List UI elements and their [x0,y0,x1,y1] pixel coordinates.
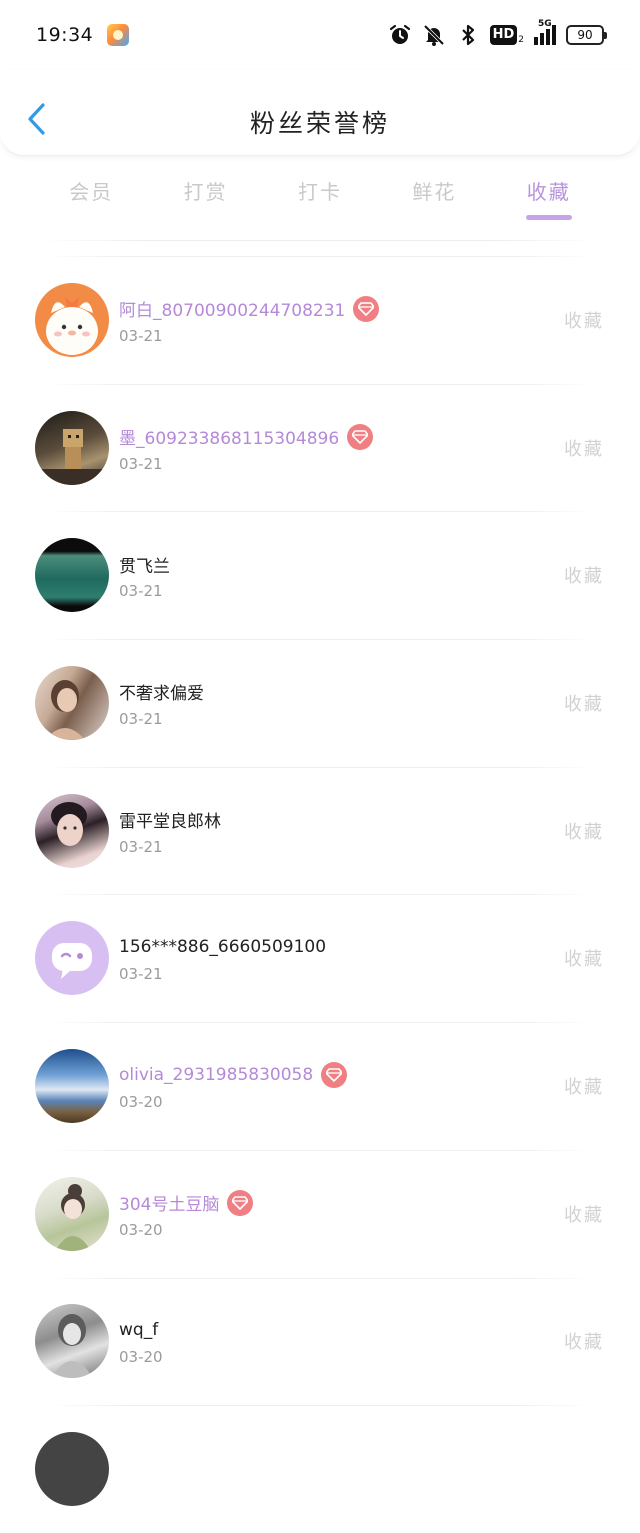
diamond-icon [227,1189,254,1216]
avatar[interactable] [35,410,109,485]
user-name: 阿白_80700900244708231 [119,301,346,322]
list-item[interactable]: olivia_2931985830058 03-20 收藏 [0,1022,640,1150]
nav-header: 粉丝荣誉榜 [0,70,640,156]
list-item[interactable]: 墨_609233868115304896 03-21 收藏 [0,383,640,512]
user-name: 不奢求偏爱 [119,684,204,705]
hd-icon: HD 2 [489,25,524,45]
tab-flower[interactable]: 鲜花 [389,168,479,224]
favorite-button[interactable]: 收藏 [564,435,604,461]
tab-member[interactable]: 会员 [46,168,136,224]
tab-checkin[interactable]: 打卡 [275,168,365,224]
avatar[interactable] [35,793,109,868]
status-time: 19:34 [36,24,94,46]
page-title: 粉丝荣誉榜 [249,109,390,138]
hd-label: HD [489,25,518,45]
list-item[interactable]: 156***886_6660509100 03-21 收藏 [0,894,640,1022]
favorite-button[interactable]: 收藏 [564,1201,604,1227]
tab-active-indicator [525,215,572,220]
avatar[interactable] [35,1048,109,1123]
battery-icon: 90 [566,25,607,45]
user-name: 雷平堂良郎林 [119,812,221,833]
avatar[interactable] [35,1176,109,1251]
user-name: 304号土豆脑 [119,1195,220,1216]
user-name: 156***886_6660509100 [119,937,327,958]
mute-bell-icon [422,23,446,47]
favorite-button[interactable]: 收藏 [564,562,604,588]
tab-favorite[interactable]: 收藏 [504,168,594,224]
date: 03-20 [119,1348,163,1367]
tab-label: 打赏 [183,180,228,204]
user-name: 墨_609233868115304896 [119,429,340,450]
avatar[interactable] [35,1304,109,1379]
tab-label: 鲜花 [412,180,457,204]
favorite-button[interactable]: 收藏 [564,1073,604,1099]
favorite-button[interactable]: 收藏 [564,818,604,844]
avatar[interactable] [35,538,109,613]
favorite-button[interactable]: 收藏 [564,690,604,716]
app-icon [107,24,130,46]
tab-label: 会员 [69,180,114,204]
diamond-icon [347,423,374,450]
hd-sub-label: 2 [518,35,524,45]
list-item[interactable] [0,1405,640,1533]
date: 03-21 [119,965,163,984]
status-bar: 19:34 HD 2 5G 90 [0,0,640,70]
list-item[interactable]: 304号土豆脑 03-20 收藏 [0,1149,640,1278]
status-icons: HD 2 5G 90 [388,19,607,47]
date: 03-21 [119,837,163,856]
date: 03-21 [119,709,163,728]
user-name: 贯飞兰 [119,556,170,577]
bluetooth-icon [456,23,480,47]
tab-bar: 会员 打赏 打卡 鲜花 收藏 [0,168,640,224]
favorite-button[interactable]: 收藏 [564,945,604,971]
date: 03-21 [119,582,163,601]
list-item[interactable]: 贯飞兰 03-21 收藏 [0,511,640,639]
tab-label: 收藏 [526,180,571,204]
date: 03-20 [119,1220,163,1239]
list-item[interactable]: 不奢求偏爱 03-21 收藏 [0,639,640,767]
alarm-icon [388,23,412,47]
diamond-icon [321,1061,348,1088]
signal-label: 5G [538,19,552,29]
favorite-button[interactable]: 收藏 [564,1328,604,1354]
list-item[interactable]: 雷平堂良郎林 03-21 收藏 [0,766,640,895]
list-item[interactable]: 阿白_80700900244708231 03-21 收藏 [0,256,640,384]
avatar[interactable] [35,921,109,996]
avatar[interactable] [35,1432,109,1507]
user-name: wq_f [119,1320,159,1341]
battery-level: 90 [577,28,593,42]
date: 03-21 [119,454,163,473]
date: 03-21 [119,326,163,345]
date: 03-20 [119,1092,163,1111]
avatar[interactable] [35,282,109,357]
tab-reward[interactable]: 打赏 [161,168,251,224]
signal-icon: 5G [534,19,556,45]
diamond-icon [353,295,380,322]
fan-list: 阿白_80700900244708231 03-21 收藏 墨_60923386… [0,256,640,1533]
list-item[interactable]: wq_f 03-20 收藏 [0,1277,640,1406]
user-name: olivia_2931985830058 [119,1064,314,1085]
avatar[interactable] [35,665,109,740]
favorite-button[interactable]: 收藏 [564,307,604,333]
tab-label: 打卡 [297,180,342,204]
divider [40,240,600,241]
